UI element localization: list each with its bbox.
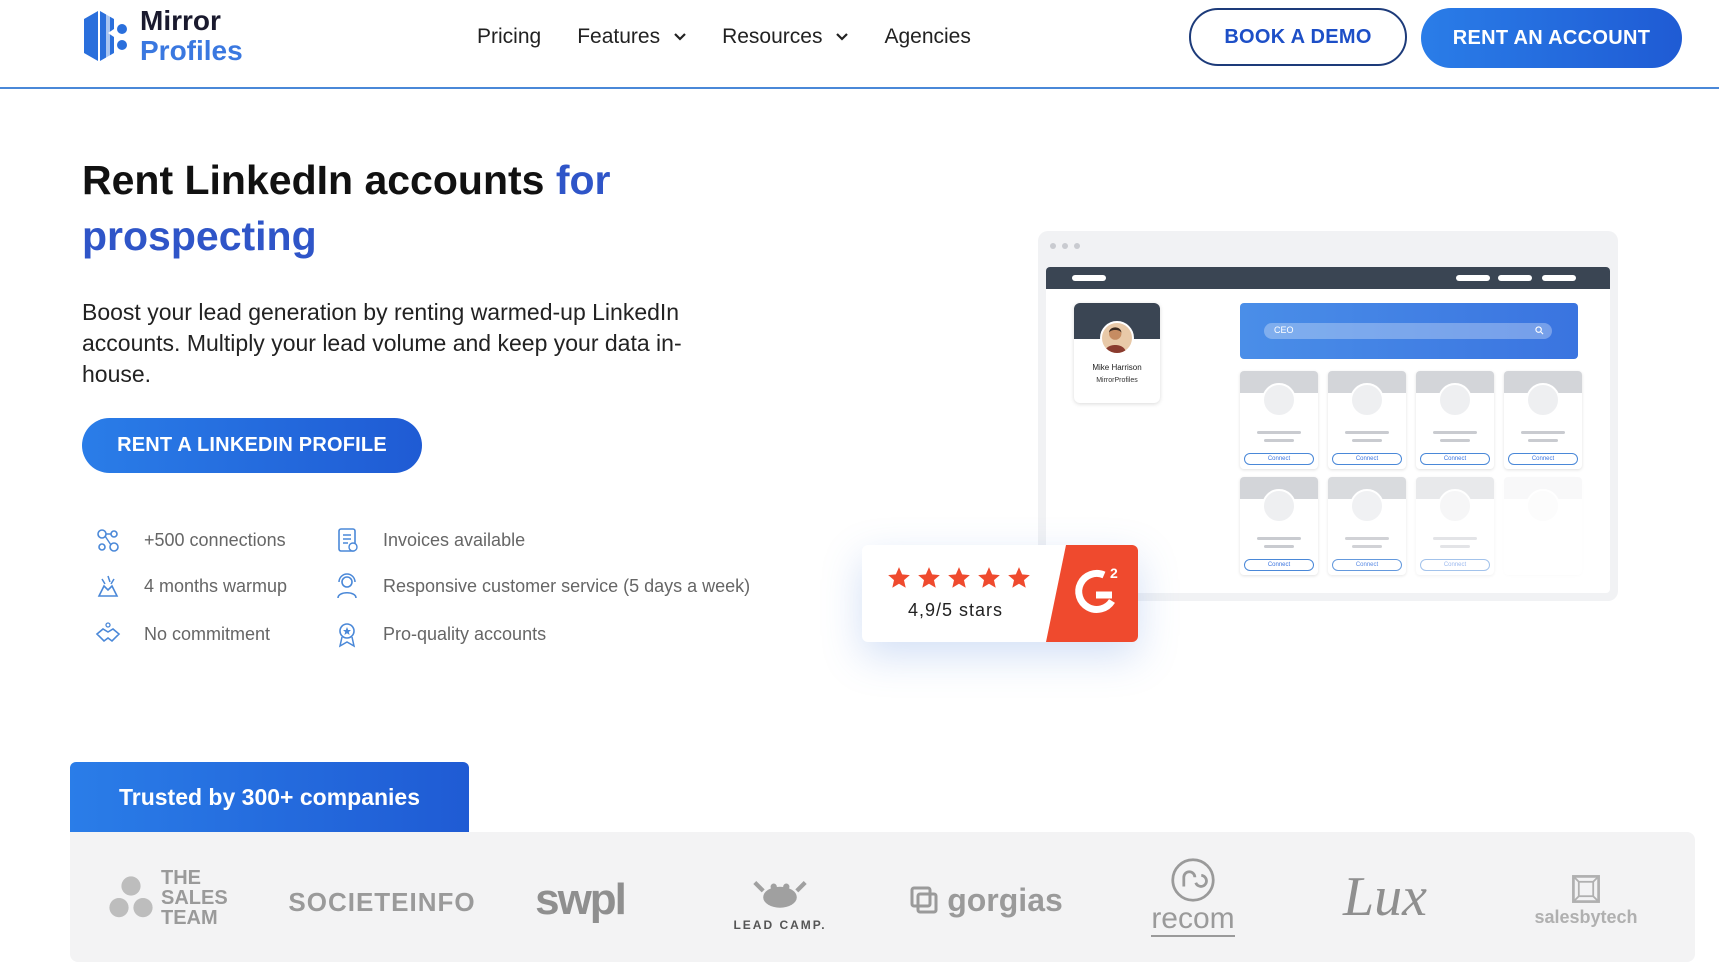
mockup-person-card: Connect: [1328, 371, 1406, 469]
mockup-connect-button: Connect: [1508, 453, 1578, 465]
logo-text-sales-team: THE SALES TEAM: [161, 867, 228, 929]
feature-connections-label: +500 connections: [144, 529, 286, 550]
nav-features-label: Features: [577, 25, 661, 48]
star-icon: [918, 567, 940, 588]
feature-quality: Pro-quality accounts: [333, 620, 546, 648]
mockup-person-card: Connect: [1240, 477, 1318, 575]
recom-logo-icon: [1171, 858, 1215, 902]
nav-resources-label: Resources: [722, 25, 823, 48]
gorgias-logo-icon: [910, 886, 938, 914]
rating-text: 4,9/5 stars: [908, 600, 1004, 620]
logo-salesbytech: salesbytech: [1516, 864, 1656, 934]
g2-rating-card: 4,9/5 stars 2: [862, 545, 1138, 642]
network-icon: [97, 529, 119, 552]
g2-logo-icon: 2: [1046, 545, 1138, 642]
mockup-connect-button: Connect: [1332, 453, 1402, 465]
nav-pricing-label: Pricing: [477, 25, 542, 48]
logo-text-gorgias: gorgias: [947, 881, 1063, 918]
feature-connections: +500 connections: [94, 526, 286, 554]
avatar: [1100, 321, 1134, 355]
rating-stars: [886, 565, 1032, 591]
site-header: Mirror Profiles Pricing Features Resourc…: [0, 0, 1719, 89]
logo-gorgias: gorgias: [906, 876, 1066, 924]
chevron-down-icon: [836, 33, 849, 41]
mockup-search-field: CEO: [1264, 323, 1552, 339]
book-demo-button[interactable]: BOOK A DEMO: [1189, 8, 1407, 66]
svg-text:2: 2: [1110, 565, 1118, 581]
mockup-connect-button: Connect: [1420, 453, 1490, 465]
feature-invoices-label: Invoices available: [383, 529, 526, 550]
crab-logo-icon: [753, 881, 807, 908]
mockup-profile-card: Mike Harrison MirrorProfiles: [1074, 303, 1160, 403]
nav-agencies-label: Agencies: [884, 25, 971, 48]
feature-support: Responsive customer service (5 days a we…: [333, 572, 750, 600]
rent-account-button[interactable]: RENT AN ACCOUNT: [1421, 8, 1682, 68]
star-icon: [1008, 567, 1030, 588]
logo-text-recom: recom: [1151, 902, 1235, 937]
support-agent-icon: [337, 573, 357, 599]
mockup-topbar: [1046, 267, 1610, 289]
mockup-person-card: Connect: [1416, 477, 1494, 575]
logo-text-salesbytech: salesbytech: [1534, 906, 1638, 927]
feature-commitment-label: No commitment: [144, 623, 271, 644]
mockup-connect-button: Connect: [1420, 559, 1490, 571]
feature-commitment: No commitment: [94, 620, 270, 648]
nav-agencies[interactable]: Agencies: [884, 22, 970, 52]
chevron-down-icon: [674, 33, 686, 41]
window-dots: [1050, 243, 1080, 249]
feature-quality-label: Pro-quality accounts: [383, 623, 547, 644]
logo-lux: Lux: [1343, 866, 1427, 928]
logo-recom: recom: [1128, 852, 1258, 942]
logo-text-lead-camp: LEAD CAMP.: [733, 918, 827, 932]
star-icon: [948, 567, 970, 588]
mockup-person-card: Connect: [1416, 371, 1494, 469]
feature-support-label: Responsive customer service (5 days a we…: [383, 575, 751, 596]
warmup-icon: [97, 575, 119, 597]
feature-warmup: 4 months warmup: [94, 572, 287, 600]
quality-badge-icon: [338, 623, 356, 648]
salesbytech-logo-icon: [1572, 874, 1600, 903]
hero-description: Boost your lead generation by renting wa…: [82, 299, 682, 387]
mockup-person-card: [1504, 477, 1582, 575]
handshake-icon: [95, 622, 121, 643]
logo-the-sales-team: THE SALES TEAM: [100, 868, 260, 928]
logo-lead-camp: LEAD CAMP.: [720, 852, 840, 952]
hero-title: Rent LinkedIn accounts for prospecting: [82, 152, 782, 264]
sales-team-logo-icon: [109, 876, 153, 918]
client-logos-strip: THE SALES TEAM SOCIETEINFO swpl LEAD CAM…: [70, 832, 1695, 962]
mockup-person-card: Connect: [1504, 371, 1582, 469]
mockup-connect-button: Connect: [1332, 559, 1402, 571]
nav-pricing[interactable]: Pricing: [477, 22, 541, 52]
mockup-person-card: Connect: [1328, 477, 1406, 575]
main-nav: Pricing Features Resources Agencies: [477, 22, 1007, 52]
feature-invoices: Invoices available: [333, 526, 525, 554]
hero-title-main: Rent LinkedIn accounts: [82, 157, 556, 203]
star-icon: [978, 567, 1000, 588]
brand-name-line1: Mirror: [140, 5, 221, 36]
brand-name-line2: Profiles: [140, 35, 243, 66]
trusted-heading: Trusted by 300+ companies: [70, 762, 469, 832]
nav-resources[interactable]: Resources: [722, 22, 849, 52]
invoice-icon: [338, 528, 358, 552]
mockup-person-card: Connect: [1240, 371, 1318, 469]
mirror-profiles-logo-icon: [84, 11, 127, 61]
mockup-connect-button: Connect: [1244, 559, 1314, 571]
logo-societeinfo: SOCIETEINFO: [288, 886, 476, 917]
mockup-profile-name: Mike Harrison: [1092, 363, 1142, 372]
nav-features[interactable]: Features: [577, 22, 686, 52]
mockup-connect-button: Connect: [1244, 453, 1314, 465]
logo-swpl: swpl: [535, 875, 627, 924]
search-icon: [1535, 326, 1544, 335]
brand-logo[interactable]: Mirror Profiles: [80, 6, 243, 66]
feature-warmup-label: 4 months warmup: [144, 575, 288, 596]
mockup-search-panel: CEO: [1240, 303, 1578, 359]
mockup-search-value: CEO: [1274, 325, 1294, 335]
star-icon: [888, 567, 910, 588]
mockup-profile-company: MirrorProfiles: [1096, 377, 1138, 384]
rent-linkedin-profile-button[interactable]: RENT A LINKEDIN PROFILE: [82, 418, 422, 473]
